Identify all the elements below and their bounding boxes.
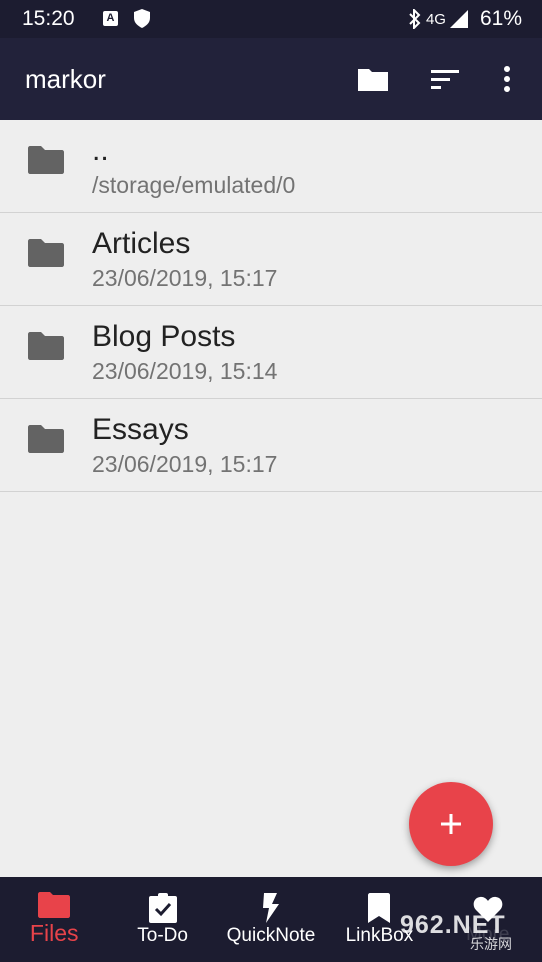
file-path: /storage/emulated/0 — [92, 172, 296, 198]
signal-icon — [449, 10, 468, 28]
file-name: .. — [92, 134, 109, 167]
folder-icon — [28, 425, 64, 453]
app-title: markor — [25, 64, 106, 94]
clipboard-check-icon — [148, 892, 177, 923]
network-type: 4G — [425, 10, 446, 28]
nav-item-quicknote[interactable]: QuickNote — [217, 877, 325, 962]
nav-label: QuickNote — [226, 924, 316, 946]
file-date: 23/06/2019, 15:17 — [92, 265, 278, 291]
file-row-parent[interactable]: .. /storage/emulated/0 — [0, 120, 542, 213]
status-time: 15:20 — [22, 7, 75, 30]
plus-icon — [441, 814, 461, 834]
lightning-icon — [263, 892, 280, 923]
file-list: .. /storage/emulated/0 Articles 23/06/20… — [0, 120, 542, 492]
status-bar: 15:20 A 4G 61% — [0, 0, 542, 38]
status-right: 4G 61% — [408, 7, 522, 31]
file-name: Articles — [92, 227, 191, 260]
nav-label: Files — [29, 920, 79, 946]
nav-item-files[interactable]: Files — [0, 877, 108, 962]
a-notification-icon: A — [103, 11, 118, 26]
more-vert-icon[interactable] — [496, 63, 518, 95]
battery-level: 61% — [479, 7, 522, 30]
file-row-blog-posts[interactable]: Blog Posts 23/06/2019, 15:14 — [0, 306, 542, 399]
bluetooth-icon — [409, 9, 421, 29]
file-name: Essays — [92, 413, 189, 446]
file-date: 23/06/2019, 15:14 — [92, 358, 278, 384]
bookmark-icon — [368, 892, 391, 923]
folder-icon[interactable] — [357, 63, 389, 95]
file-name: Blog Posts — [92, 320, 236, 353]
shield-icon — [134, 9, 150, 28]
file-row-articles[interactable]: Articles 23/06/2019, 15:17 — [0, 213, 542, 306]
file-row-essays[interactable]: Essays 23/06/2019, 15:17 — [0, 399, 542, 492]
sort-icon[interactable] — [429, 63, 461, 95]
folder-icon — [28, 146, 64, 174]
app-bar: markor — [0, 38, 542, 120]
watermark-sub: 乐游网 — [470, 936, 512, 952]
nav-item-todo[interactable]: To-Do — [108, 877, 216, 962]
folder-icon — [28, 332, 64, 360]
folder-icon — [28, 239, 64, 267]
nav-label: To-Do — [137, 924, 188, 946]
add-button[interactable] — [409, 782, 493, 866]
folder-icon — [38, 892, 71, 918]
file-date: 23/06/2019, 15:17 — [92, 451, 278, 477]
